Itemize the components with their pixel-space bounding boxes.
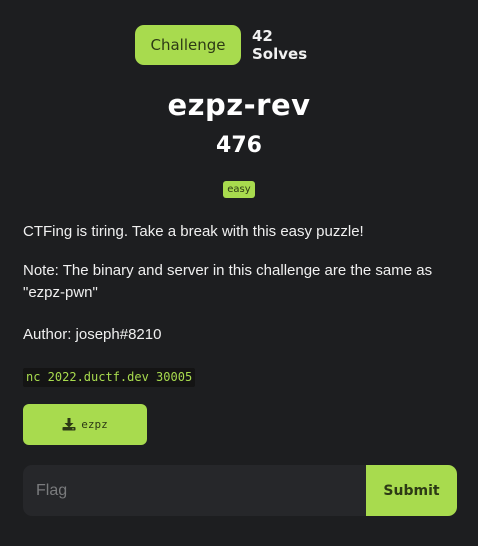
description-author: Author: joseph#8210 — [23, 326, 162, 343]
challenge-title: ezpz-rev — [167, 88, 311, 122]
file-name: ezpz — [81, 418, 108, 431]
flag-input[interactable] — [23, 465, 367, 516]
challenge-tabs: Challenge 42 Solves — [0, 25, 478, 65]
description-note: Note: The binary and server in this chal… — [23, 262, 433, 301]
submit-button[interactable]: Submit — [366, 465, 457, 516]
tab-solves[interactable]: 42 Solves — [252, 25, 332, 65]
description-paragraph: CTFing is tiring. Take a break with this… — [23, 223, 364, 240]
difficulty-badge-wrap: easy — [0, 177, 478, 198]
download-file-button[interactable]: ezpz — [23, 404, 147, 445]
tab-challenge[interactable]: Challenge — [135, 25, 241, 65]
challenge-modal: Challenge 42 Solves ezpz-rev 476 easy CT… — [0, 0, 478, 546]
connection-command: nc 2022.ductf.dev 30005 — [23, 368, 196, 387]
download-icon — [62, 418, 76, 431]
challenge-points: 476 — [216, 133, 262, 158]
difficulty-badge: easy — [223, 181, 255, 198]
